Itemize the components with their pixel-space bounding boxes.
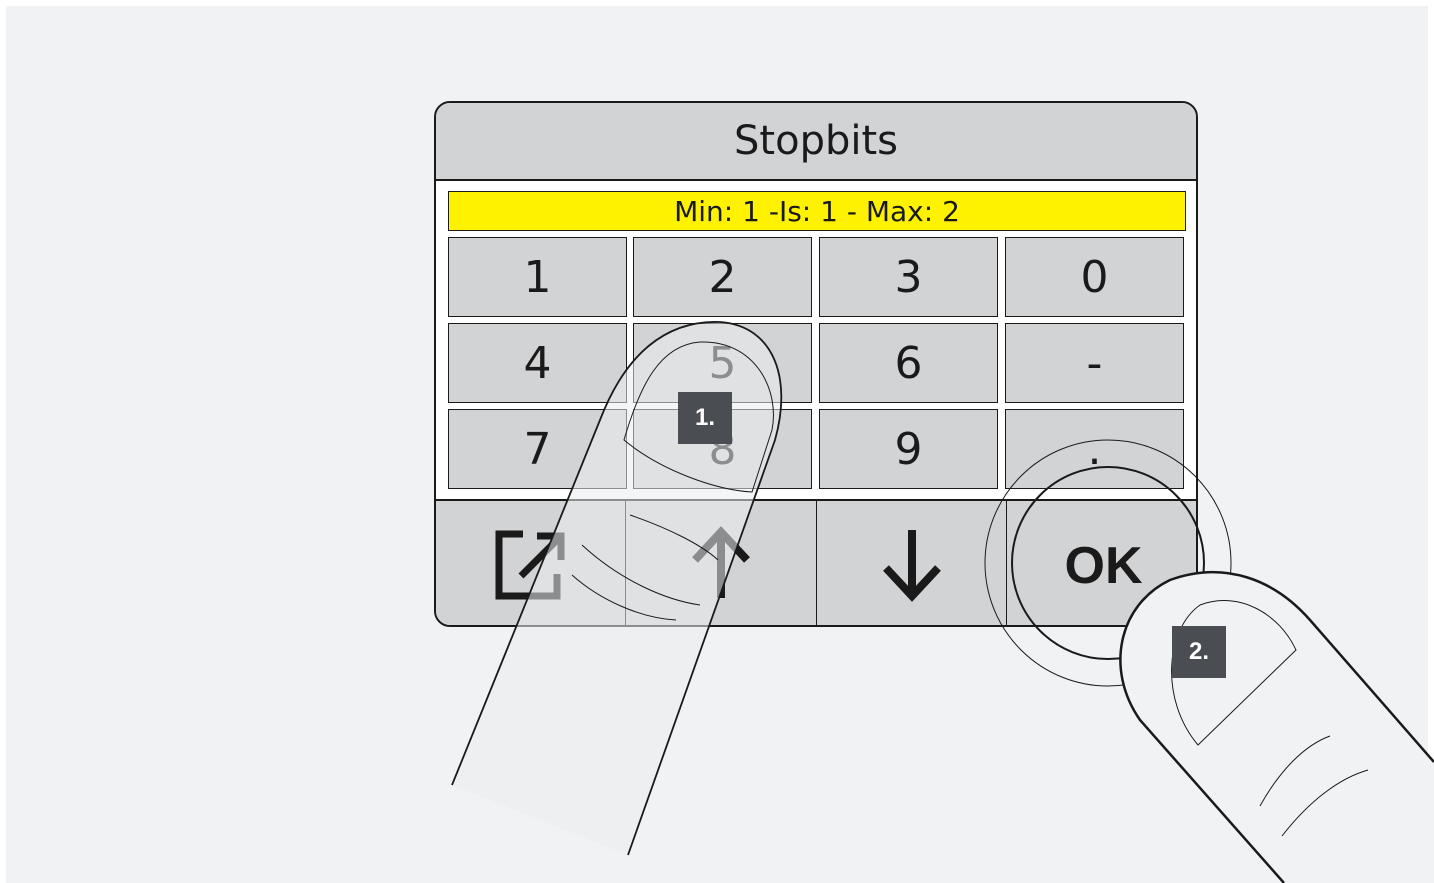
range-info-text: Min: 1 -Is: 1 - Max: 2	[674, 194, 960, 228]
step-1-label: 1.	[694, 404, 715, 431]
key-label: 4	[523, 337, 552, 389]
key-decimal[interactable]: .	[1005, 409, 1184, 489]
step-2-label: 2.	[1188, 638, 1209, 665]
navigation-bar: OK	[436, 499, 1196, 625]
key-9[interactable]: 9	[819, 409, 998, 489]
key-minus[interactable]: -	[1005, 323, 1184, 403]
key-2[interactable]: 2	[633, 237, 812, 317]
key-label: 2	[708, 251, 737, 303]
key-0[interactable]: 0	[1005, 237, 1184, 317]
ok-button[interactable]: OK	[1007, 501, 1196, 625]
key-5[interactable]: 5	[633, 323, 812, 403]
key-3[interactable]: 3	[819, 237, 998, 317]
key-label: 1	[523, 251, 552, 303]
device-screen: Stopbits Min: 1 -Is: 1 - Max: 2 1 2 3 0 …	[434, 101, 1198, 627]
range-info-bar: Min: 1 -Is: 1 - Max: 2	[448, 191, 1186, 231]
key-label: 7	[523, 423, 552, 475]
exit-button[interactable]	[436, 501, 626, 625]
key-label: 6	[894, 337, 923, 389]
key-1[interactable]: 1	[448, 237, 627, 317]
ok-label: OK	[1064, 537, 1143, 595]
step-2-badge: 2.	[1172, 626, 1226, 678]
title-bar: Stopbits	[436, 103, 1196, 181]
key-4[interactable]: 4	[448, 323, 627, 403]
exit-icon	[493, 526, 569, 606]
page-title: Stopbits	[734, 118, 898, 164]
scroll-up-button[interactable]	[626, 501, 817, 625]
key-label: .	[1087, 423, 1102, 475]
key-label: 9	[894, 423, 923, 475]
key-7[interactable]: 7	[448, 409, 627, 489]
key-label: -	[1086, 337, 1103, 389]
arrow-up-icon	[691, 526, 751, 606]
scroll-down-button[interactable]	[817, 501, 1007, 625]
key-label: 0	[1080, 251, 1109, 303]
key-6[interactable]: 6	[819, 323, 998, 403]
step-1-badge: 1.	[678, 392, 732, 444]
arrow-down-icon	[882, 526, 942, 606]
key-label: 3	[894, 251, 923, 303]
key-label: 5	[708, 337, 737, 389]
